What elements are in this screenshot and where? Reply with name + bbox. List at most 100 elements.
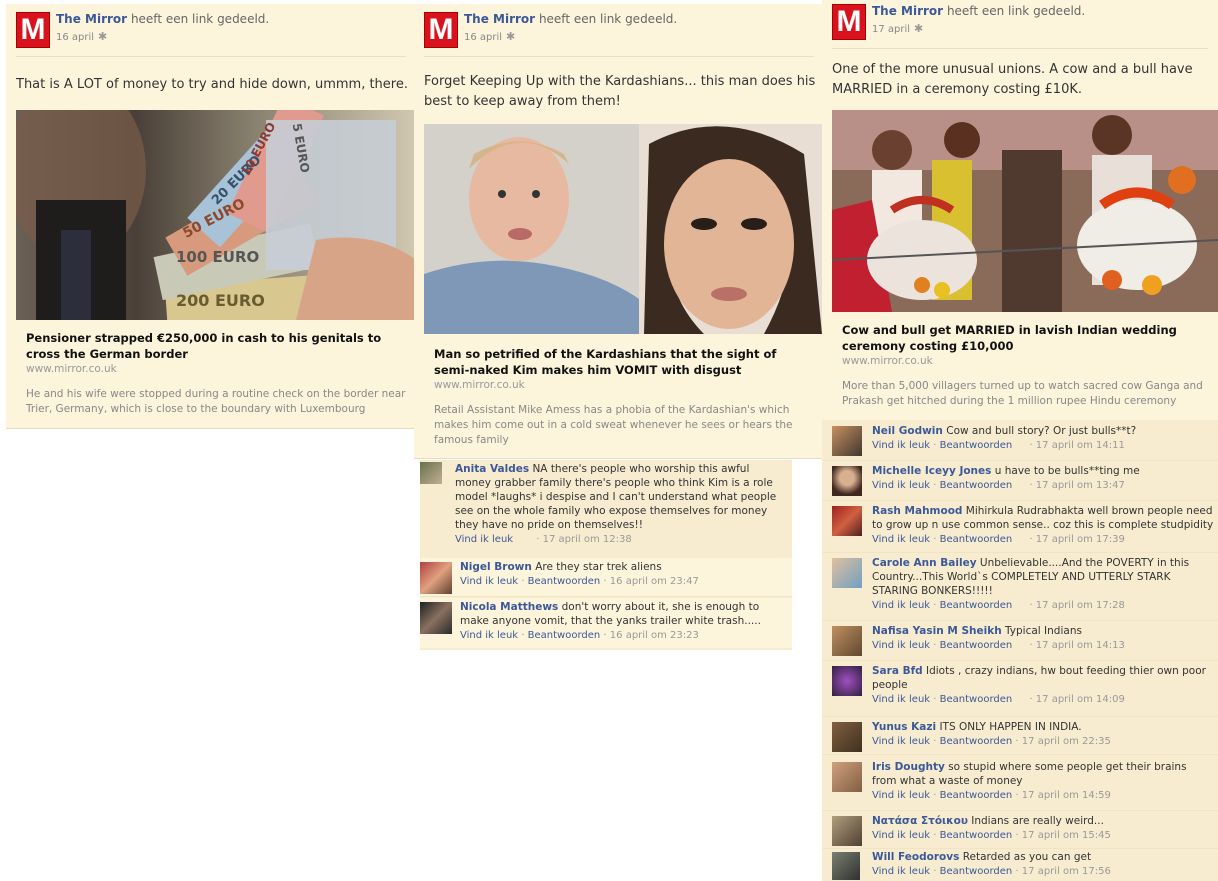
- post-date[interactable]: 17 april: [872, 24, 910, 35]
- post-date[interactable]: 16 april: [464, 32, 502, 43]
- reply-link[interactable]: Beantwoorden: [940, 790, 1013, 801]
- commenter-name[interactable]: Νατάσα Στόικου: [872, 815, 968, 827]
- reply-link[interactable]: Beantwoorden: [940, 694, 1013, 705]
- link-title[interactable]: Pensioner strapped €250,000 in cash to h…: [26, 330, 406, 362]
- like-link[interactable]: Vind ik leuk: [872, 736, 930, 747]
- commenter-name[interactable]: Iris Doughty: [872, 761, 945, 773]
- comment-time[interactable]: 17 april om 14:13: [1036, 640, 1125, 651]
- reply-link[interactable]: Beantwoorden: [528, 630, 601, 641]
- commenter-name[interactable]: Rash Mahmood: [872, 505, 962, 517]
- avatar[interactable]: [832, 722, 862, 752]
- comment-time[interactable]: 17 april om 17:39: [1036, 534, 1125, 545]
- reply-link[interactable]: Beantwoorden: [940, 534, 1013, 545]
- comment-time[interactable]: 17 april om 14:59: [1022, 790, 1111, 801]
- like-link[interactable]: Vind ik leuk: [872, 600, 930, 611]
- link-preview[interactable]: Man so petrified of the Kardashians that…: [434, 346, 804, 448]
- comment-meta: Vind ik leuk · Beantwoorden · 16 april o…: [460, 576, 699, 587]
- comment-time[interactable]: 16 april om 23:47: [610, 576, 699, 587]
- comment-text: ITS ONLY HAPPEN IN INDIA.: [939, 721, 1082, 733]
- comment-time[interactable]: 17 april om 14:09: [1036, 694, 1125, 705]
- comment-text: Retarded as you can get: [962, 851, 1092, 863]
- mirror-logo[interactable]: M: [424, 12, 458, 48]
- post-date[interactable]: 16 april: [56, 32, 94, 43]
- comment-time[interactable]: 17 april om 17:28: [1036, 600, 1125, 611]
- avatar[interactable]: [832, 466, 862, 496]
- reply-link[interactable]: Beantwoorden: [940, 440, 1013, 451]
- mirror-logo[interactable]: M: [832, 4, 866, 40]
- banknote-label: 100 EURO: [176, 248, 259, 266]
- link-domain: www.mirror.co.uk: [434, 379, 525, 391]
- avatar[interactable]: [832, 506, 862, 536]
- post-text: One of the more unusual unions. A cow an…: [832, 62, 1193, 97]
- post-card: M The Mirror heeft een link gedeeld. 17 …: [822, 0, 1218, 421]
- post-card: M The Mirror heeft een link gedeeld. 16 …: [6, 4, 416, 429]
- comment-meta: Vind ik leuk · Beantwoorden · 17 april o…: [872, 866, 1111, 877]
- reply-link[interactable]: Beantwoorden: [940, 600, 1013, 611]
- avatar[interactable]: [832, 626, 862, 656]
- commenter-name[interactable]: Carole Ann Bailey: [872, 557, 977, 569]
- like-link[interactable]: Vind ik leuk: [872, 534, 930, 545]
- avatar[interactable]: [420, 462, 442, 484]
- comment-time[interactable]: 17 april om 17:56: [1022, 866, 1111, 877]
- commenter-name[interactable]: Anita Valdes: [455, 463, 529, 475]
- avatar[interactable]: [832, 666, 862, 696]
- avatar[interactable]: [832, 558, 862, 588]
- like-link[interactable]: Vind ik leuk: [872, 480, 930, 491]
- like-link[interactable]: Vind ik leuk: [872, 694, 930, 705]
- mirror-logo[interactable]: M: [16, 12, 50, 48]
- comment-time[interactable]: 16 april om 23:23: [610, 630, 699, 641]
- like-link[interactable]: Vind ik leuk: [872, 440, 930, 451]
- reply-link[interactable]: Beantwoorden: [940, 866, 1013, 877]
- like-link[interactable]: Vind ik leuk: [460, 630, 518, 641]
- commenter-name[interactable]: Neil Godwin: [872, 425, 943, 437]
- link-description: More than 5,000 villagers turned up to w…: [842, 380, 1203, 407]
- avatar[interactable]: [832, 816, 862, 846]
- avatar[interactable]: [420, 562, 452, 594]
- like-link[interactable]: Vind ik leuk: [460, 576, 518, 587]
- like-link[interactable]: Vind ik leuk: [872, 866, 930, 877]
- link-image-kardashian[interactable]: [424, 124, 822, 334]
- post-action: heeft een link gedeeld.: [538, 12, 678, 26]
- author-name[interactable]: The Mirror: [464, 12, 535, 26]
- link-preview[interactable]: Pensioner strapped €250,000 in cash to h…: [26, 330, 406, 417]
- comment-time[interactable]: · 17 april om 12:38: [536, 534, 631, 545]
- gear-icon[interactable]: ✱: [914, 22, 923, 35]
- avatar[interactable]: [832, 426, 862, 456]
- link-title[interactable]: Man so petrified of the Kardashians that…: [434, 346, 804, 378]
- gear-icon[interactable]: ✱: [506, 30, 515, 43]
- reply-link[interactable]: Beantwoorden: [940, 736, 1013, 747]
- comment-time[interactable]: 17 april om 15:45: [1022, 830, 1111, 841]
- avatar[interactable]: [420, 602, 452, 634]
- author-name[interactable]: The Mirror: [872, 4, 943, 18]
- comment-time[interactable]: 17 april om 13:47: [1036, 480, 1125, 491]
- commenter-name[interactable]: Sara Bfd: [872, 665, 923, 677]
- commenter-name[interactable]: Michelle Iceyy Jones: [872, 465, 991, 477]
- comment-time[interactable]: 17 april om 14:11: [1036, 440, 1125, 451]
- gear-icon[interactable]: ✱: [98, 30, 107, 43]
- commenter-name[interactable]: Will Feodorovs: [872, 851, 959, 863]
- comment-time[interactable]: 17 april om 22:35: [1022, 736, 1111, 747]
- commenter-name[interactable]: Nafisa Yasin M Sheikh: [872, 625, 1002, 637]
- avatar[interactable]: [832, 852, 860, 880]
- author-name[interactable]: The Mirror: [56, 12, 127, 26]
- reply-link[interactable]: Beantwoorden: [940, 480, 1013, 491]
- like-link[interactable]: Vind ik leuk: [872, 830, 930, 841]
- like-link[interactable]: Vind ik leuk: [872, 790, 930, 801]
- link-image-cow-wedding[interactable]: [832, 110, 1218, 312]
- commenter-name[interactable]: Nicola Matthews: [460, 601, 558, 613]
- link-image-money[interactable]: 200 EURO 100 EURO 50 EURO 20 EURO 10 EUR…: [16, 110, 416, 320]
- reply-link[interactable]: Beantwoorden: [940, 830, 1013, 841]
- reply-link[interactable]: Beantwoorden: [940, 640, 1013, 651]
- like-link[interactable]: Vind ik leuk: [455, 534, 513, 545]
- link-preview[interactable]: Cow and bull get MARRIED in lavish India…: [842, 322, 1212, 409]
- comment-text: Typical Indians: [1005, 625, 1082, 637]
- commenter-name[interactable]: Yunus Kazi: [872, 721, 936, 733]
- comment-meta: Vind ik leuk · Beantwoorden · 16 april o…: [460, 630, 699, 641]
- like-link[interactable]: Vind ik leuk: [872, 640, 930, 651]
- commenter-name[interactable]: Nigel Brown: [460, 561, 532, 573]
- link-description: Retail Assistant Mike Amess has a phobia…: [434, 404, 793, 446]
- avatar[interactable]: [832, 762, 862, 792]
- link-title[interactable]: Cow and bull get MARRIED in lavish India…: [842, 322, 1212, 354]
- comment: Neil Godwin Cow and bull story? Or just …: [822, 422, 1218, 461]
- reply-link[interactable]: Beantwoorden: [528, 576, 601, 587]
